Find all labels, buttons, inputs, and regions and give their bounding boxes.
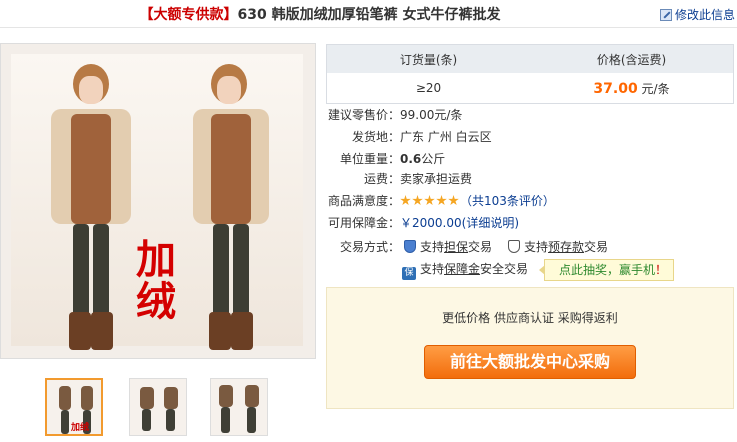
guarantee-detail-link[interactable]: (详细说明) xyxy=(462,216,519,230)
star-icon xyxy=(400,195,411,206)
trade-3-prefix: 支持 xyxy=(420,262,445,276)
lottery-tip[interactable]: 点此抽奖，赢手机！ xyxy=(538,259,675,281)
trade-1-prefix: 支持 xyxy=(420,240,445,254)
rating-stars xyxy=(400,194,460,208)
weight-value: 0.6 xyxy=(400,152,422,166)
thumbnail-2[interactable] xyxy=(129,378,187,436)
price-cell: 37.00 元/条 xyxy=(530,80,733,97)
photo-overlay-char-2: 绒 xyxy=(136,278,176,325)
price-value: 37.00 xyxy=(593,80,638,97)
deposit-icon xyxy=(508,240,520,253)
edit-info-link[interactable]: 修改此信息 xyxy=(659,6,735,23)
thumbnail-strip: 加绒 xyxy=(0,378,316,438)
title-divider xyxy=(0,27,737,28)
photo-overlay-char-1: 加 xyxy=(136,236,176,283)
ship-label: 发货地： xyxy=(352,130,401,144)
ship-row: 发货地：广东 广州 白云区 xyxy=(352,128,492,146)
thumbnail-1-label: 加绒 xyxy=(71,423,90,433)
ship-value: 广东 广州 白云区 xyxy=(400,130,492,144)
lottery-tip-text: 点此抽奖，赢手机 xyxy=(559,263,656,277)
freight-value: 卖家承担运费 xyxy=(400,172,473,186)
trade-2-suffix: 交易 xyxy=(584,240,609,254)
price-table-header: 订货量(条) 价格(含运费) xyxy=(327,45,733,73)
edit-icon xyxy=(659,8,672,21)
escrow-shield-icon xyxy=(404,240,416,253)
guarantee-value: ￥2000.00 xyxy=(400,216,462,230)
star-icon xyxy=(412,195,423,206)
freight-row: 运费：卖家承担运费 xyxy=(364,170,472,188)
rating-count-link[interactable]: （共103条评价） xyxy=(460,194,555,208)
guarantee-label: 可用保障金： xyxy=(328,216,401,230)
product-title: 【大额专供款】630 韩版加绒加厚铅笔裤 女式牛仔裤批发 xyxy=(0,4,640,24)
weight-row: 单位重量：0.6公斤 xyxy=(340,150,445,168)
star-icon xyxy=(424,195,435,206)
deposit-link[interactable]: 预存款 xyxy=(548,240,584,254)
promo-text: 更低价格 供应商认证 采购得返利 xyxy=(442,311,618,325)
price-table: 订货量(条) 价格(含运费) ≥20 37.00 元/条 xyxy=(326,44,734,104)
guarantee-fund-link[interactable]: 保障金 xyxy=(444,262,480,276)
price-row: ≥20 37.00 元/条 xyxy=(327,73,733,103)
trade-3-suffix: 安全交易 xyxy=(480,262,529,276)
thumbnail-3[interactable] xyxy=(210,378,268,436)
retail-label: 建议零售价： xyxy=(328,108,401,122)
rating-row: 商品满意度： （共103条评价） xyxy=(328,192,555,210)
trade-row: 交易方式： xyxy=(340,238,400,256)
quantity-cell: ≥20 xyxy=(415,81,442,95)
lottery-tip-mark: ！ xyxy=(655,263,668,277)
star-icon xyxy=(436,195,447,206)
guarantee-row: 可用保障金：￥2000.00(详细说明) xyxy=(328,214,519,232)
title-text: 630 韩版加绒加厚铅笔裤 女式牛仔裤批发 xyxy=(237,7,501,23)
freight-label: 运费： xyxy=(364,172,401,186)
wholesale-promo: 更低价格 供应商认证 采购得返利 前往大额批发中心采购 xyxy=(326,287,734,409)
guarantee-badge-icon: 保 xyxy=(402,267,416,280)
main-product-photo[interactable]: 加 绒 xyxy=(0,43,316,359)
weight-label: 单位重量： xyxy=(340,152,401,166)
header-price: 价格(含运费) xyxy=(596,52,667,67)
title-brand: 【大额专供款】 xyxy=(139,7,238,23)
escrow-link[interactable]: 担保 xyxy=(444,240,468,254)
trade-2-prefix: 支持 xyxy=(524,240,549,254)
header-quantity: 订货量(条) xyxy=(399,52,458,67)
edit-info-label: 修改此信息 xyxy=(674,8,735,22)
price-unit: 元/条 xyxy=(637,81,670,96)
trade-1-suffix: 交易 xyxy=(468,240,493,254)
thumbnail-1[interactable]: 加绒 xyxy=(45,378,103,436)
star-icon xyxy=(448,195,459,206)
weight-unit: 公斤 xyxy=(421,152,446,166)
retail-row: 建议零售价：99.00元/条 xyxy=(328,106,462,124)
photo-overlay-text: 加 绒 xyxy=(136,239,176,323)
trade-label: 交易方式： xyxy=(340,240,401,254)
trade-option-deposit: 支持预存款交易 xyxy=(508,238,608,256)
rating-label: 商品满意度： xyxy=(328,194,401,208)
trade-option-escrow: 支持担保交易 xyxy=(404,238,492,256)
wholesale-center-button[interactable]: 前往大额批发中心采购 xyxy=(424,345,636,379)
retail-value: 99.00元/条 xyxy=(400,108,463,122)
trade-option-guarantee: 保支持保障金安全交易 xyxy=(402,260,529,280)
